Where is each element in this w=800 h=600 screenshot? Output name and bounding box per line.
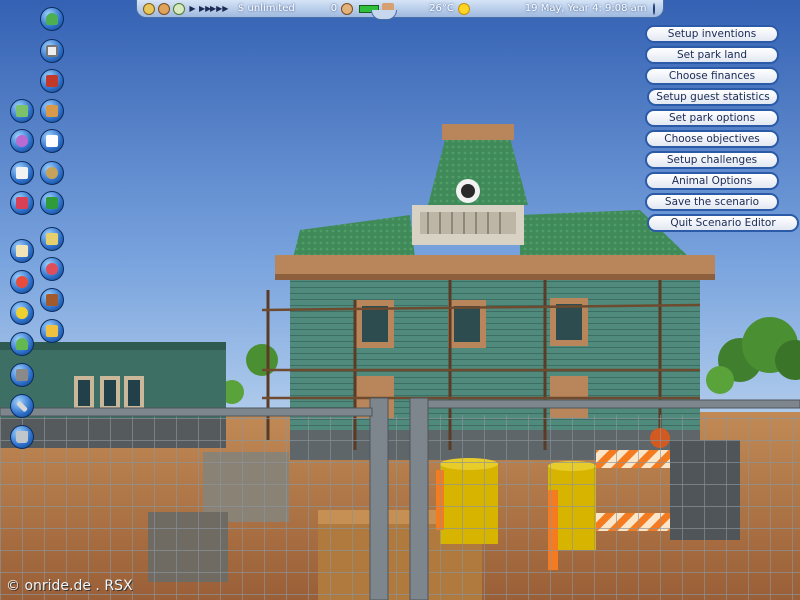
landscape-map-icon[interactable] xyxy=(10,99,34,123)
temperature: 26°C xyxy=(429,3,454,14)
watermark: © onride.de . RSX xyxy=(6,578,133,594)
date-display[interactable]: 19 May, Year 4: 9:08 am xyxy=(525,3,647,14)
set-park-land-button[interactable]: Set park land xyxy=(645,46,779,64)
trash-icon[interactable] xyxy=(10,425,34,449)
terrain-green-icon[interactable] xyxy=(40,191,64,215)
path-brick-icon[interactable] xyxy=(40,69,64,93)
choose-objectives-button[interactable]: Choose objectives xyxy=(645,130,779,148)
money-display[interactable]: $ unlimited xyxy=(238,3,295,14)
dice-icon[interactable] xyxy=(40,129,64,153)
info-icon[interactable] xyxy=(652,2,655,15)
animal-options-button[interactable]: Animal Options xyxy=(645,172,779,190)
set-park-options-button[interactable]: Set park options xyxy=(645,109,779,127)
fastest-forward-icon[interactable]: ▶▶▶ xyxy=(210,4,228,14)
weather-display[interactable]: 26°C xyxy=(429,2,473,15)
guest-info-icon[interactable] xyxy=(40,319,64,343)
fence-icon[interactable] xyxy=(40,39,64,63)
terrain-icon[interactable] xyxy=(10,191,34,215)
fast-forward-icon[interactable]: ▶▶ xyxy=(199,4,211,14)
money-value: $ unlimited xyxy=(238,3,295,14)
rides-icon[interactable] xyxy=(10,129,34,153)
camera-icon[interactable] xyxy=(40,227,64,251)
ticket-icon[interactable] xyxy=(10,161,34,185)
guest-icon xyxy=(341,2,354,15)
quit-scenario-editor-button[interactable]: Quit Scenario Editor xyxy=(647,214,799,232)
mascot-icon[interactable] xyxy=(40,161,64,185)
save-scenario-button[interactable]: Save the scenario xyxy=(645,193,779,211)
research-icon[interactable] xyxy=(10,301,34,325)
wrench-icon[interactable] xyxy=(10,394,34,418)
status-bar: ▶ ▶▶ ▶▶▶ $ unlimited 0 26°C 19 May, Year… xyxy=(136,0,664,18)
park-icon[interactable] xyxy=(10,332,34,356)
weather-sun-icon xyxy=(457,2,470,15)
setup-challenges-button[interactable]: Setup challenges xyxy=(645,151,779,169)
speed-controls: ▶ ▶▶ ▶▶▶ xyxy=(143,2,228,15)
fence-mesh xyxy=(0,415,800,600)
clipboard-icon[interactable] xyxy=(10,239,34,263)
road-icon[interactable] xyxy=(10,363,34,387)
scenery-tree-icon[interactable] xyxy=(40,7,64,31)
options-icon[interactable] xyxy=(158,2,170,15)
guest-count: 0 xyxy=(330,3,338,14)
building-icon[interactable] xyxy=(40,99,64,123)
pause-icon[interactable] xyxy=(173,2,185,15)
choose-finances-button[interactable]: Choose finances xyxy=(645,67,779,85)
finance-icon[interactable] xyxy=(40,288,64,312)
staff-icon[interactable] xyxy=(40,257,64,281)
setup-inventions-button[interactable]: Setup inventions xyxy=(645,25,779,43)
setup-guest-statistics-button[interactable]: Setup guest statistics xyxy=(647,88,779,106)
coin-icon[interactable] xyxy=(143,2,155,15)
fireworks-icon[interactable] xyxy=(10,270,34,294)
play-icon[interactable]: ▶ xyxy=(188,4,197,14)
date-time: 19 May, Year 4: 9:08 am xyxy=(524,3,647,14)
